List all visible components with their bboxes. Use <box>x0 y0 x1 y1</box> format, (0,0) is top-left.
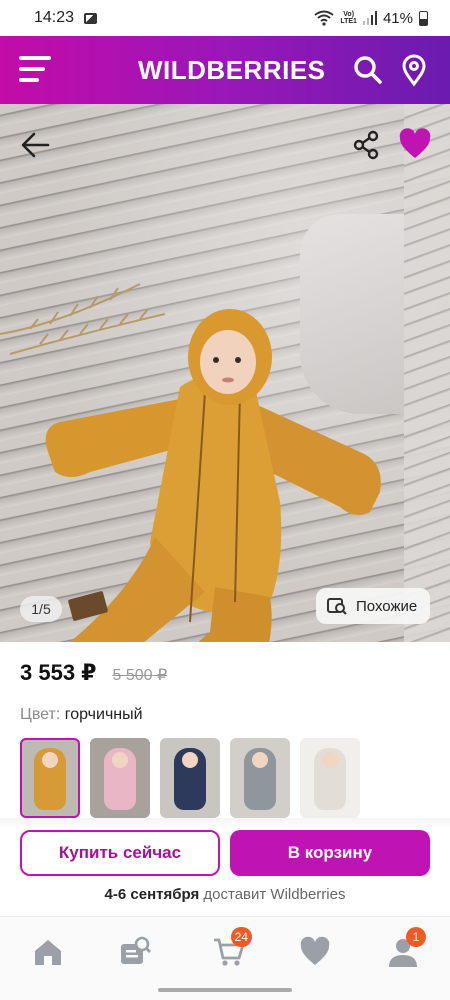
home-icon[interactable] <box>31 935 65 969</box>
wifi-icon <box>314 10 334 26</box>
signal-icon <box>362 11 377 25</box>
buy-now-button[interactable]: Купить сейчас <box>20 830 220 876</box>
swatch-navy[interactable] <box>160 738 220 818</box>
back-arrow-icon[interactable] <box>18 128 52 162</box>
search-icon[interactable] <box>350 52 386 88</box>
current-price: 3 553 ₽ <box>20 660 97 685</box>
profile-nav[interactable]: 1 <box>386 927 426 969</box>
swatch-white[interactable] <box>300 738 360 818</box>
delivery-text: доставит Wildberries <box>203 886 346 903</box>
location-pin-icon[interactable] <box>396 52 432 88</box>
favorite-heart-icon[interactable] <box>398 128 432 160</box>
battery-icon <box>419 10 428 26</box>
color-swatches <box>20 738 360 818</box>
image-search-icon <box>327 598 347 615</box>
divider <box>0 818 450 828</box>
status-time: 14:23 <box>34 9 75 26</box>
app-logo[interactable]: WILDBERRIES <box>138 55 326 86</box>
cart-nav[interactable]: 24 <box>212 927 252 969</box>
catalog-search-icon[interactable] <box>118 935 152 969</box>
battery-percent: 41% <box>382 9 413 27</box>
delivery-date: 4-6 сентября <box>104 886 200 903</box>
network-type: Vo) LTE1 <box>340 11 357 25</box>
color-value: горчичный <box>64 706 143 723</box>
swatch-grey[interactable] <box>230 738 290 818</box>
cart-badge: 24 <box>230 927 252 947</box>
app-header: WILDBERRIES <box>0 36 450 104</box>
delivery-info: 4-6 сентября доставит Wildberries <box>0 886 450 903</box>
swatch-mustard[interactable] <box>20 738 80 818</box>
add-to-cart-button[interactable]: В корзину <box>230 830 430 876</box>
profile-badge: 1 <box>406 927 426 947</box>
similar-label: Похожие <box>356 597 418 615</box>
menu-icon[interactable] <box>19 56 51 84</box>
similar-button[interactable]: Похожие <box>316 588 430 624</box>
gallery-notification-icon <box>84 12 98 24</box>
gesture-handle <box>158 988 292 992</box>
old-price: 5 500 ₽ <box>112 667 168 684</box>
share-icon[interactable] <box>352 130 380 160</box>
image-counter: 1/5 <box>20 596 62 622</box>
price-row: 3 553 ₽ 5 500 ₽ <box>20 660 167 686</box>
color-label: Цвет: <box>20 706 61 723</box>
favorites-heart-icon[interactable] <box>298 935 332 969</box>
product-image[interactable]: 1/5 Похожие <box>0 104 450 642</box>
status-bar: 14:23 Vo) LTE1 41% <box>0 0 450 36</box>
swatch-pink[interactable] <box>90 738 150 818</box>
status-right: Vo) LTE1 41% <box>314 10 428 27</box>
color-row: Цвет: горчичный <box>20 706 143 724</box>
